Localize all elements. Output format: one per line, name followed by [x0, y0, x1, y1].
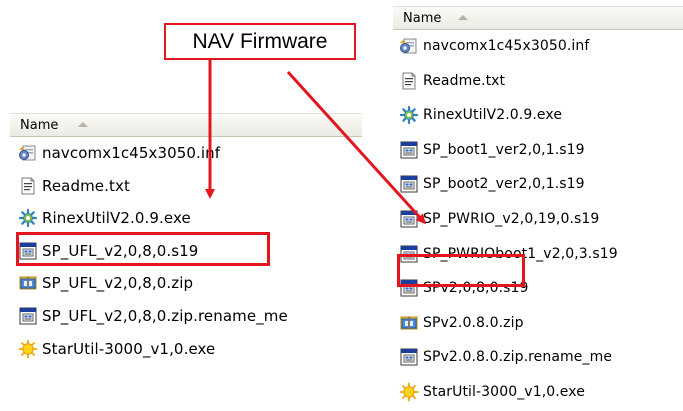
column-header-name[interactable]: Name [10, 113, 362, 137]
file-row[interactable]: SPv2.0.8.0.zip.rename_me [393, 341, 683, 376]
text-file-icon [18, 176, 38, 196]
file-list-right: Name navcomx1c45x3050.inf Readme.txt Rinex… [393, 6, 683, 402]
file-name: RinexUtilV2.0.9.exe [42, 209, 191, 228]
sort-ascending-icon [78, 122, 88, 127]
file-rows: navcomx1c45x3050.inf Readme.txt RinexUtilV… [393, 30, 683, 411]
zip-folder-icon [399, 313, 419, 333]
firmware-file-icon [399, 140, 419, 160]
file-name: SP_UFL_v2,0,8,0.zip.rename_me [42, 306, 288, 325]
file-row[interactable]: RinexUtilV2.0.9.exe [393, 99, 683, 134]
file-row[interactable]: Readme.txt [393, 65, 683, 100]
column-header-label: Name [403, 11, 442, 26]
file-row[interactable]: navcomx1c45x3050.inf [10, 137, 362, 170]
file-name: StarUtil-3000_v1,0.exe [42, 339, 216, 358]
gear-exe-icon [18, 208, 38, 228]
sun-exe-icon [18, 339, 38, 359]
file-name: SPv2.0.8.0.zip.rename_me [423, 349, 613, 366]
file-row[interactable]: Readme.txt [10, 170, 362, 203]
sort-ascending-icon [458, 15, 468, 20]
file-row[interactable]: navcomx1c45x3050.inf [393, 30, 683, 65]
file-row[interactable]: StarUtil-3000_v1,0.exe [10, 333, 362, 366]
nav-firmware-callout: NAV Firmware [164, 23, 356, 60]
file-row[interactable]: SP_UFL_v2,0,8,0.zip [10, 267, 362, 300]
file-row[interactable]: StarUtil-3000_v1,0.exe [393, 376, 683, 411]
file-row[interactable]: RinexUtilV2.0.9.exe [10, 202, 362, 235]
file-name: SP_boot2_ver2,0,1.s19 [423, 176, 585, 193]
file-row[interactable]: SP_boot1_ver2,0,1.s19 [393, 134, 683, 169]
highlight-box-left [16, 232, 270, 266]
file-name: Readme.txt [42, 176, 130, 195]
highlight-box-right [397, 254, 525, 287]
file-row[interactable]: SP_PWRIO_v2,0,19,0.s19 [393, 203, 683, 238]
file-name: navcomx1c45x3050.inf [42, 144, 221, 162]
file-name: SP_PWRIO_v2,0,19,0.s19 [423, 210, 600, 227]
firmware-file-icon [399, 209, 419, 229]
file-name: SP_boot1_ver2,0,1.s19 [423, 141, 585, 158]
file-name: navcomx1c45x3050.inf [423, 38, 590, 54]
column-header-name[interactable]: Name [393, 6, 683, 30]
inf-settings-icon [399, 36, 419, 56]
file-row[interactable]: SPv2.0.8.0.zip [393, 307, 683, 342]
file-name: RinexUtilV2.0.9.exe [423, 107, 563, 124]
file-row[interactable]: SP_boot2_ver2,0,1.s19 [393, 168, 683, 203]
gear-exe-icon [399, 105, 419, 125]
column-header-label: Name [20, 118, 59, 133]
firmware-file-icon [18, 306, 38, 326]
file-name: SPv2.0.8.0.zip [423, 314, 524, 331]
file-row[interactable]: SP_UFL_v2,0,8,0.zip.rename_me [10, 300, 362, 333]
firmware-file-icon [399, 174, 419, 194]
file-name: Readme.txt [423, 72, 506, 89]
text-file-icon [399, 71, 419, 91]
zip-folder-icon [18, 273, 38, 293]
file-name: SP_UFL_v2,0,8,0.zip [42, 274, 194, 293]
firmware-file-icon [399, 347, 419, 367]
sun-exe-icon [399, 382, 419, 402]
file-name: StarUtil-3000_v1,0.exe [423, 383, 585, 400]
inf-settings-icon [18, 143, 38, 163]
